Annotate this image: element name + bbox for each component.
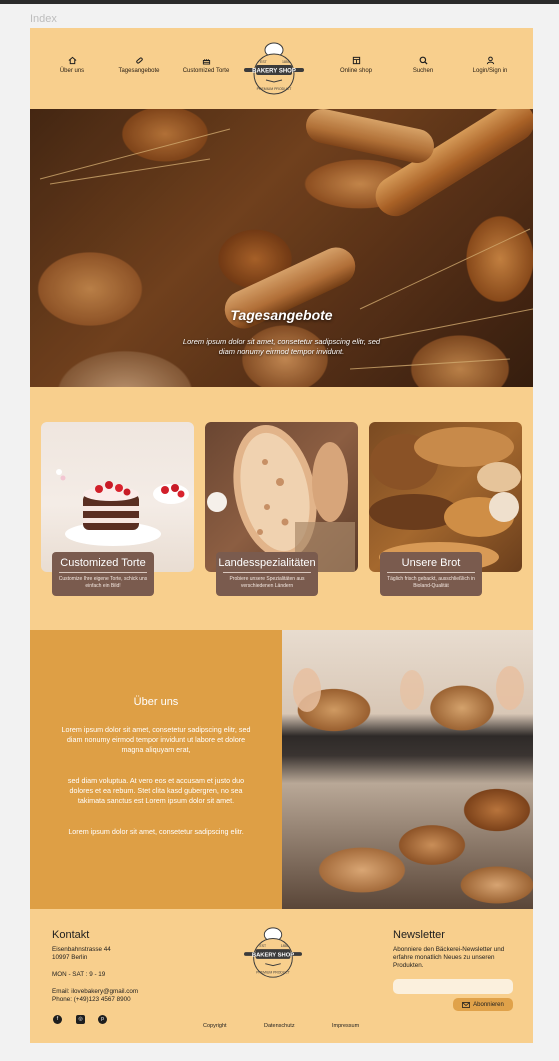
address-line: 10997 Berlin — [52, 954, 88, 961]
footer-logo[interactable]: BAKERY SHOP EST 1850 PREMIUM PRODUCT — [244, 923, 302, 985]
shop-icon — [352, 56, 360, 65]
card-divider — [59, 572, 147, 573]
newsletter-email-input[interactable] — [393, 979, 513, 994]
card-description: Customize Ihre eigene Torte, schick uns … — [58, 576, 148, 589]
nav-customized-torte[interactable]: Customized Torte — [171, 56, 241, 74]
card-description: Täglich frisch gebackt, ausschließlich i… — [387, 576, 475, 589]
contact-title: Kontakt — [52, 929, 90, 941]
card-divider — [387, 572, 475, 573]
mail-icon — [462, 1001, 471, 1008]
logo-name: BAKERY SHOP — [252, 69, 296, 75]
card-divider — [223, 572, 311, 573]
logo-tagline: PREMIUM PRODUCT — [257, 87, 293, 91]
user-icon — [486, 56, 494, 65]
card-label-landesspezialitaeten: Landesspezialitäten Probiere unsere Spez… — [216, 552, 318, 596]
newsletter-title: Newsletter — [393, 929, 445, 941]
home-icon — [68, 56, 76, 65]
about-title: Über uns — [133, 696, 179, 708]
about-text-panel: Über uns Lorem ipsum dolor sit amet, con… — [30, 630, 282, 909]
about-section: Über uns Lorem ipsum dolor sit amet, con… — [30, 630, 533, 909]
about-paragraph: Lorem ipsum dolor sit amet, consetetur s… — [68, 827, 244, 836]
nav-ueber-uns[interactable]: Über uns — [37, 56, 107, 74]
category-cards: Customized Torte Customize Ihre eigene T… — [30, 387, 533, 630]
logo-est: EST — [259, 944, 266, 948]
pinterest-icon[interactable]: p — [98, 1015, 107, 1024]
card-title: Customized Torte — [60, 557, 146, 569]
card-unsere-brot[interactable] — [369, 422, 522, 572]
cake-image — [56, 469, 189, 546]
search-icon — [419, 56, 428, 65]
logo-year: 1850 — [282, 60, 290, 64]
about-paragraph: sed diam voluptua. At vero eos et accusa… — [67, 776, 245, 805]
opening-hours: MON - SAT : 9 - 19 — [52, 971, 106, 978]
subscribe-button[interactable]: Abonnieren — [453, 998, 513, 1011]
nav-tagesangebote[interactable]: Tagesangebote — [104, 56, 174, 74]
facebook-icon[interactable]: f — [53, 1015, 62, 1024]
logo-tagline: PREMIUM PRODUCT — [256, 970, 290, 974]
footer: Kontakt Eisenbahnstrasse 44 10997 Berlin… — [30, 909, 533, 1043]
bread-assortment-image — [369, 427, 521, 572]
header: Über uns Tagesangebote Customized Torte … — [30, 28, 533, 109]
window-top-bar — [0, 0, 559, 4]
logo-est: EST — [260, 60, 268, 64]
logo-name: BAKERY SHOP — [252, 952, 294, 958]
footer-link-datenschutz[interactable]: Datenschutz — [264, 1023, 295, 1029]
nav-label: Suchen — [412, 68, 434, 74]
bread-icon — [135, 57, 143, 64]
card-description: Probiere unsere Spezialitäten aus versch… — [229, 576, 305, 589]
card-title: Unsere Brot — [401, 557, 461, 569]
nav-login[interactable]: Login/Sign in — [455, 56, 525, 74]
nav-online-shop[interactable]: Online shop — [321, 56, 391, 74]
flatbread-image — [207, 424, 355, 572]
contact-email[interactable]: Email: ilovebakery@gmail.com — [52, 988, 138, 996]
baker-hands-decoration — [293, 666, 524, 712]
newsletter-text: Abonniere den Bäckerei-Newsletter und er… — [393, 946, 505, 969]
about-paragraph: Lorem ipsum dolor sit amet, consetetur s… — [61, 725, 251, 754]
nav-label: Über uns — [59, 68, 85, 74]
nav-label: Online shop — [339, 68, 373, 74]
card-label-customized-torte: Customized Torte Customize Ihre eigene T… — [52, 552, 154, 596]
card-label-unsere-brot: Unsere Brot Täglich frisch gebackt, auss… — [380, 552, 482, 596]
hero-title: Tagesangebote — [230, 307, 333, 323]
nav-label: Tagesangebote — [118, 68, 160, 74]
card-title: Landesspezialitäten — [218, 557, 316, 569]
logo[interactable]: BAKERY SHOP EST 1850 PREMIUM PRODUCT — [244, 38, 304, 102]
card-customized-torte[interactable] — [41, 422, 194, 572]
card-landesspezialitaeten[interactable] — [205, 422, 358, 572]
cake-icon — [202, 59, 210, 65]
nav-label: Login/Sign in — [472, 68, 508, 74]
nav-label: Customized Torte — [182, 68, 230, 74]
baker-image — [282, 630, 533, 909]
logo-year: 1850 — [281, 944, 289, 948]
address-line: Eisenbahnstrasse 44 — [52, 946, 111, 953]
instagram-icon[interactable]: ◎ — [76, 1015, 85, 1024]
hero-banner[interactable]: Tagesangebote Lorem ipsum dolor sit amet… — [30, 109, 533, 387]
nav-suchen[interactable]: Suchen — [388, 56, 458, 74]
contact-phone[interactable]: Phone: (+49)123 4567 8900 — [52, 996, 131, 1004]
hero-subtitle: Lorem ipsum dolor sit amet, consetetur s… — [182, 337, 381, 356]
subscribe-label: Abonnieren — [473, 1001, 504, 1008]
footer-link-copyright[interactable]: Copyright — [203, 1023, 227, 1029]
frame-label: Index — [30, 13, 57, 25]
page: Über uns Tagesangebote Customized Torte … — [30, 28, 533, 1043]
footer-link-impressum[interactable]: Impressum — [332, 1023, 359, 1029]
